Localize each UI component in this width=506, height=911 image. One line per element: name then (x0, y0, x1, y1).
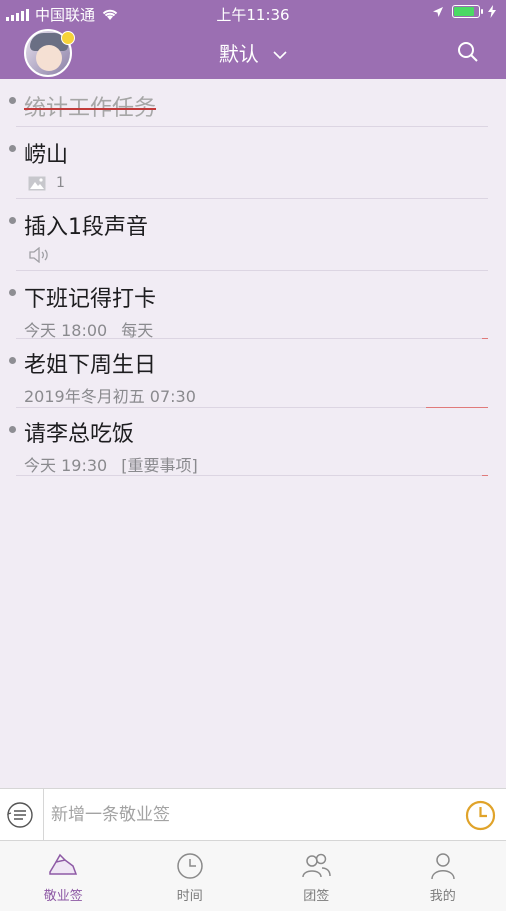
tab-label: 团签 (303, 889, 330, 904)
tab-time[interactable]: 时间 (127, 841, 254, 911)
charging-icon (488, 5, 496, 18)
bullet-icon (9, 217, 16, 224)
bullet-icon (9, 426, 16, 433)
list-item[interactable]: 插入1段声音 (9, 199, 488, 271)
task-title: 老姐下周生日 (24, 353, 157, 378)
tab-label: 敬业签 (43, 889, 83, 904)
progress-mark (482, 475, 488, 476)
list-item[interactable]: 请李总吃饭 今天 19:30 [重要事项] (9, 408, 488, 476)
tab-notes[interactable]: 敬业签 (0, 841, 127, 911)
chevron-down-icon (273, 51, 287, 60)
team-icon (302, 853, 331, 878)
sort-icon[interactable] (6, 801, 34, 829)
task-title: 统计工作任务 (24, 96, 157, 121)
task-list: 统计工作任务 崂山 1 插入1段声音 下班记得打卡 今天 18:00 每天 老姐下… (0, 79, 506, 476)
image-icon (28, 176, 46, 190)
list-item[interactable]: 下班记得打卡 今天 18:00 每天 (9, 271, 488, 340)
task-tag: [重要事项] (121, 456, 198, 475)
note-icon (49, 853, 78, 875)
task-title: 崂山 (24, 143, 69, 168)
user-icon (431, 853, 455, 880)
task-time: 2019年冬月初五 07:30 (24, 387, 196, 406)
reminder-clock-icon[interactable] (465, 800, 496, 831)
search-icon[interactable] (456, 40, 480, 64)
tab-team[interactable]: 团签 (253, 841, 380, 911)
task-title: 下班记得打卡 (24, 287, 157, 312)
app-header: 中国联通 上午11:36 默认 (0, 0, 506, 79)
status-bar: 中国联通 上午11:36 (0, 0, 506, 26)
task-time: 今天 18:00 (24, 321, 108, 340)
image-count: 1 (56, 175, 65, 191)
list-item[interactable]: 老姐下周生日 2019年冬月初五 07:30 (9, 339, 488, 408)
location-icon (433, 6, 443, 17)
audio-icon (29, 246, 48, 264)
list-item[interactable]: 统计工作任务 (9, 79, 488, 127)
tab-label: 时间 (176, 889, 203, 904)
bullet-icon (9, 357, 16, 364)
divider (43, 789, 44, 841)
task-title: 插入1段声音 (24, 215, 148, 240)
bullet-icon (9, 145, 16, 152)
new-note-input[interactable] (51, 799, 451, 831)
task-repeat: 每天 (121, 321, 154, 340)
tab-bar: 敬业签 时间 团签 我的 (0, 841, 506, 911)
bullet-icon (9, 289, 16, 296)
list-item[interactable]: 崂山 1 (9, 127, 488, 199)
page-title: 默认 (218, 42, 259, 66)
status-time: 上午11:36 (216, 6, 290, 24)
task-title: 请李总吃饭 (24, 422, 135, 447)
tab-me[interactable]: 我的 (380, 841, 506, 911)
tab-label: 我的 (429, 889, 456, 904)
battery-icon (452, 5, 483, 18)
bullet-icon (9, 97, 16, 104)
new-note-bar (0, 788, 506, 841)
task-time: 今天 19:30 (24, 456, 108, 475)
clock-icon (177, 853, 203, 879)
category-selector[interactable]: 默认 (0, 38, 506, 67)
